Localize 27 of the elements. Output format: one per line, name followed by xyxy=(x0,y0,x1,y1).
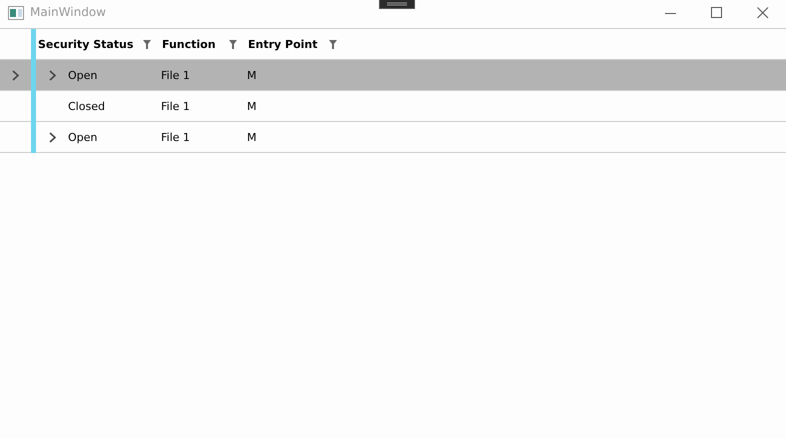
table-cell-text: M xyxy=(247,68,258,84)
expand-icon[interactable] xyxy=(49,70,56,80)
filter-icon[interactable] xyxy=(143,40,151,48)
table-row[interactable]: Open File 1 M xyxy=(0,60,786,91)
table-cell-text: Closed xyxy=(68,98,106,114)
table-cell-text: Open xyxy=(68,130,98,146)
column-header[interactable]: Entry Point xyxy=(247,29,347,59)
column-header[interactable]: Security Status xyxy=(37,29,161,59)
table-cell-text: File 1 xyxy=(161,130,191,146)
table-row[interactable]: Open File 1 M xyxy=(0,122,786,153)
table-cell-text: File 1 xyxy=(161,98,191,114)
close-icon xyxy=(757,7,769,19)
window-title: MainWindow xyxy=(30,5,106,19)
table-cell-text: M xyxy=(247,130,258,146)
drag-handle-icon xyxy=(386,2,407,6)
filter-icon[interactable] xyxy=(329,40,337,48)
table-cell-text: Open xyxy=(68,68,98,84)
filter-icon[interactable] xyxy=(229,40,237,48)
table-row[interactable]: Closed File 1 M xyxy=(0,91,786,122)
expand-icon[interactable] xyxy=(49,132,56,142)
table-cell-text: File 1 xyxy=(161,68,191,84)
table-cell-text: M xyxy=(247,98,258,114)
chevron-right-icon xyxy=(12,70,19,80)
debug-toolbar-button[interactable] xyxy=(378,0,415,9)
window-icon xyxy=(8,6,24,20)
maximize-icon xyxy=(711,7,723,19)
column-header[interactable]: Function xyxy=(161,29,247,59)
